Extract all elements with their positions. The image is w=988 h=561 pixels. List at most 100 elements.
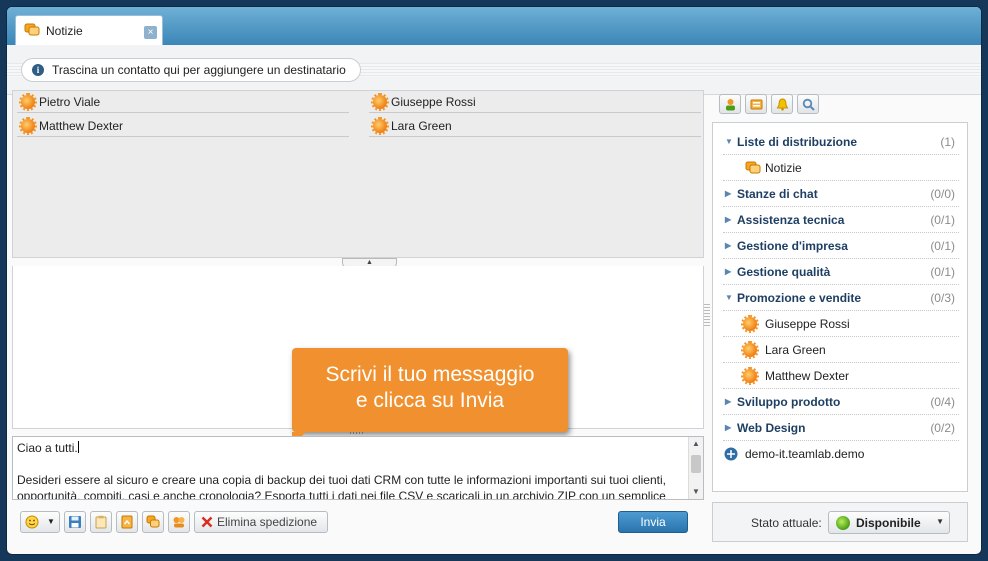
recipients-splitter[interactable]: ▲ [12,258,704,268]
away-status-icon [371,117,389,135]
contact-item[interactable]: Lara Green [723,337,959,363]
recipient-item[interactable]: Matthew Dexter [17,115,349,137]
tab-notizie[interactable]: Notizie × [15,15,163,46]
recipient-name: Matthew Dexter [39,119,124,133]
collapsed-arrow-icon: ▶ [725,397,732,406]
status-dropdown[interactable]: Disponibile ▼ [828,511,950,534]
scroll-down-icon[interactable]: ▼ [689,485,703,499]
tab-label: Notizie [46,24,83,38]
recipient-name: Pietro Viale [39,95,101,109]
add-contact-button[interactable] [719,94,741,114]
smiley-icon [25,515,39,529]
contact-name: Lara Green [765,343,826,357]
group-count: (0/1) [930,265,955,279]
broadcast-icon [24,23,40,36]
contacts-button[interactable] [168,511,190,533]
person-icon [726,99,735,111]
away-status-icon [19,93,37,111]
group-label: Stanze di chat [737,187,818,201]
group-count: (0/2) [930,421,955,435]
expand-arrow-icon: ▼ [725,137,733,146]
hint-pill: i Trascina un contatto qui per aggiunger… [21,58,361,82]
composer-toolbar: ▼ Elimina spedizione Invia [12,502,704,542]
group-stanze-di-chat[interactable]: ▶ Stanze di chat (0/0) [723,181,959,207]
group-count: (0/1) [930,239,955,253]
panel-splitter[interactable] [704,304,710,328]
message-line [17,456,685,472]
expand-arrow-icon: ▼ [725,293,733,302]
search-button[interactable] [797,94,819,114]
group-count: (0/3) [930,291,955,305]
contact-name: Matthew Dexter [765,369,850,383]
away-status-icon [741,341,759,359]
group-gestione-qualita[interactable]: ▶ Gestione qualità (0/1) [723,259,959,285]
scroll-thumb[interactable] [691,455,701,473]
recipient-drop-hint: i Trascina un contatto qui per aggiunger… [7,45,981,95]
folder-icon [750,99,763,110]
available-status-icon [836,516,850,530]
emoji-button[interactable]: ▼ [20,511,60,533]
chevron-down-icon: ▼ [936,517,944,526]
group-liste-distribuzione[interactable]: ▼ Liste di distribuzione (1) [723,129,959,155]
away-status-icon [371,93,389,111]
contact-name: Notizie [765,161,802,175]
group-gestione-impresa[interactable]: ▶ Gestione d'impresa (0/1) [723,233,959,259]
contact-item[interactable]: Giuseppe Rossi [723,311,959,337]
scroll-up-icon[interactable]: ▲ [689,437,703,451]
file-button[interactable] [116,511,138,533]
away-status-icon [19,117,37,135]
collapsed-arrow-icon: ▶ [725,423,732,432]
broadcast-icon [146,515,160,528]
broadcast-button[interactable] [142,511,164,533]
help-tooltip: Scrivi il tuo messaggio e clicca su Invi… [292,348,568,446]
broadcast-icon [745,161,761,174]
contact-name: Giuseppe Rossi [765,317,850,331]
server-item[interactable]: demo-it.teamlab.demo [723,441,959,467]
message-line: opportunità, compiti, casi e anche crono… [17,489,666,500]
recipient-item[interactable]: Giuseppe Rossi [369,91,701,113]
group-sviluppo-prodotto[interactable]: ▶ Sviluppo prodotto (0/4) [723,389,959,415]
message-line: Desideri essere al sicuro e creare una c… [17,473,666,487]
group-promozione-vendite[interactable]: ▼ Promozione e vendite (0/3) [723,285,959,311]
contacts-list: ▼ Liste di distribuzione (1) Notizie ▶ S… [712,122,968,492]
status-bar: Stato attuale: Disponibile ▼ [712,502,968,542]
group-count: (1) [940,135,955,149]
recipient-item[interactable]: Pietro Viale [17,91,349,113]
group-label: Sviluppo prodotto [737,395,841,409]
collapsed-arrow-icon: ▶ [725,267,732,276]
group-count: (0/4) [930,395,955,409]
message-scrollbar[interactable]: ▲ ▼ [688,437,703,499]
recipient-item[interactable]: Lara Green [369,115,701,137]
group-assistenza-tecnica[interactable]: ▶ Assistenza tecnica (0/1) [723,207,959,233]
groups-button[interactable] [745,94,767,114]
chevron-down-icon: ▼ [47,517,55,526]
file-icon [121,515,133,529]
status-label: Stato attuale: [751,516,822,530]
group-count: (0/1) [930,213,955,227]
message-line: Ciao a tutti. [17,440,685,456]
group-web-design[interactable]: ▶ Web Design (0/2) [723,415,959,441]
delete-history-button[interactable]: Elimina spedizione [194,511,328,533]
notifications-button[interactable] [771,94,793,114]
people-icon [173,517,185,528]
collapsed-arrow-icon: ▶ [725,215,732,224]
send-button[interactable]: Invia [618,511,688,533]
clipboard-button[interactable] [90,511,112,533]
message-input[interactable]: Ciao a tutti. Desideri essere al sicuro … [12,436,704,500]
group-label: Gestione d'impresa [737,239,848,253]
delete-history-label: Elimina spedizione [217,515,318,529]
save-button[interactable] [64,511,86,533]
group-label: Web Design [737,421,806,435]
close-icon[interactable]: × [144,26,157,39]
hint-text: Trascina un contatto qui per aggiungere … [52,63,346,77]
away-status-icon [741,367,759,385]
contact-item-notizie[interactable]: Notizie [723,155,959,181]
group-label: Promozione e vendite [737,291,862,305]
contact-item[interactable]: Matthew Dexter [723,363,959,389]
tooltip-line-2: e clicca su Invia [355,389,505,412]
text-caret [77,441,79,453]
group-label: Liste di distribuzione [737,135,858,149]
info-icon: i [32,64,44,76]
group-label: Assistenza tecnica [737,213,845,227]
clipboard-icon [95,515,107,529]
